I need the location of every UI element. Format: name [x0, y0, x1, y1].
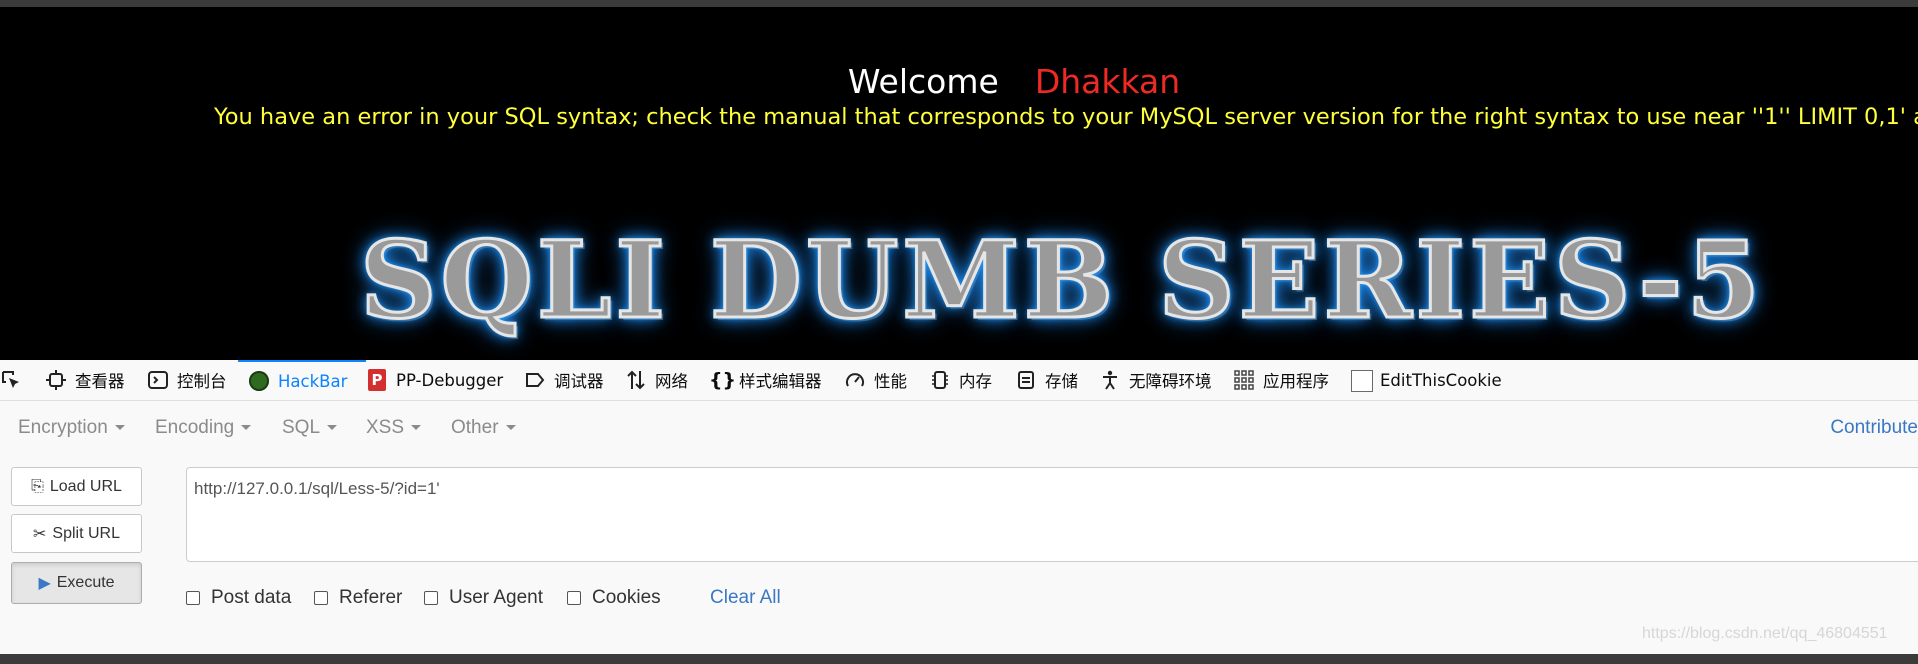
tab-label: 存储: [1045, 372, 1078, 391]
watermark: https://blog.csdn.net/qq_46804551: [1642, 625, 1888, 642]
performance-icon: [846, 373, 864, 387]
cookies-option[interactable]: Cookies: [567, 587, 661, 609]
split-url-button[interactable]: ✂ Split URL: [11, 514, 142, 553]
menu-encryption[interactable]: Encryption: [18, 417, 125, 439]
chevron-down-icon: [327, 425, 338, 431]
storage-icon: [1018, 371, 1034, 389]
tab-label: 样式编辑器: [739, 372, 822, 391]
welcome-text: Welcome: [847, 62, 999, 101]
menu-xss[interactable]: XSS: [366, 417, 422, 439]
cookies-checkbox[interactable]: [567, 591, 581, 605]
menu-other[interactable]: Other: [451, 417, 516, 439]
hackbar-menubar: Encryption Encoding SQL XSS Other: [0, 412, 1918, 444]
style-editor-icon: {}: [709, 369, 737, 391]
accessibility-icon: [1103, 370, 1117, 390]
inspector-icon: [46, 370, 66, 390]
network-icon: [627, 370, 645, 390]
application-icon: [1234, 370, 1254, 390]
tab-label: HackBar: [278, 371, 348, 391]
devtools-panel: 查看器 控制台 HackBar P PP-Debugger 调试器 网络 {} …: [0, 360, 1918, 654]
user-agent-checkbox[interactable]: [424, 591, 438, 605]
play-icon: ▶: [38, 575, 51, 592]
series-banner: SQLI DUMB SERIES-5: [358, 216, 1765, 344]
post-data-checkbox[interactable]: [186, 591, 200, 605]
tab-console[interactable]: 控制台: [147, 360, 227, 400]
web-page: Welcome Dhakkan You have an error in your…: [0, 7, 1918, 360]
memory-icon: [932, 371, 948, 389]
pp-debugger-icon: P: [366, 369, 388, 391]
tab-label: 性能: [874, 372, 907, 391]
tab-storage[interactable]: 存储: [1015, 360, 1078, 400]
tab-inspector[interactable]: 查看器: [45, 360, 125, 400]
user-name: Dhakkan: [1034, 62, 1181, 101]
tab-pp-debugger[interactable]: P PP-Debugger: [366, 360, 503, 400]
tab-label: 应用程序: [1263, 372, 1329, 391]
tab-label: PP-Debugger: [396, 370, 504, 390]
tab-label: 控制台: [177, 372, 227, 391]
bottom-edge: [0, 654, 1918, 664]
chevron-down-icon: [241, 425, 252, 431]
load-url-button[interactable]: ⎘ Load URL: [11, 467, 142, 506]
devtools-toolbar: 查看器 控制台 HackBar P PP-Debugger 调试器 网络 {} …: [0, 360, 1918, 401]
tab-label: 无障碍环境: [1129, 372, 1212, 391]
console-icon: [148, 371, 168, 389]
tab-label: EditThisCookie: [1380, 370, 1502, 390]
element-picker-icon[interactable]: [0, 369, 22, 391]
tab-application[interactable]: 应用程序: [1233, 360, 1329, 400]
tab-accessibility[interactable]: 无障碍环境: [1099, 360, 1212, 400]
welcome-line: Welcome Dhakkan: [0, 62, 1918, 101]
contribute-link[interactable]: Contribute: [1830, 417, 1918, 439]
tab-performance[interactable]: 性能: [844, 360, 907, 400]
hackbar-icon: [248, 370, 270, 392]
tab-editthiscookie[interactable]: EditThisCookie: [1350, 360, 1502, 400]
chevron-down-icon: [114, 425, 125, 431]
menu-sql[interactable]: SQL: [282, 417, 338, 439]
clear-all-link[interactable]: Clear All: [710, 587, 781, 609]
chevron-down-icon: [411, 425, 422, 431]
chevron-down-icon: [505, 425, 516, 431]
sql-error-message: You have an error in your SQL syntax; ch…: [214, 104, 1918, 130]
debugger-icon: [526, 373, 545, 387]
tab-label: 内存: [959, 372, 992, 391]
tab-style-editor[interactable]: {} 样式编辑器: [709, 360, 822, 400]
execute-button[interactable]: ▶ Execute: [11, 562, 142, 604]
load-icon: ⎘: [31, 477, 44, 495]
user-agent-option[interactable]: User Agent: [424, 587, 543, 609]
tab-label: 网络: [655, 372, 688, 391]
tab-debugger[interactable]: 调试器: [524, 360, 604, 400]
referer-checkbox[interactable]: [314, 591, 328, 605]
post-data-option[interactable]: Post data: [186, 587, 291, 609]
referer-option[interactable]: Referer: [314, 587, 402, 609]
tab-label: 查看器: [75, 372, 125, 391]
tab-hackbar[interactable]: HackBar: [238, 360, 366, 400]
scissors-icon: ✂: [33, 525, 47, 543]
menu-encoding[interactable]: Encoding: [155, 417, 252, 439]
editthiscookie-icon: [1350, 369, 1373, 392]
tab-memory[interactable]: 内存: [929, 360, 992, 400]
url-textarea[interactable]: http://127.0.0.1/sql/Less-5/?id=1': [186, 467, 1918, 562]
tab-label: 调试器: [554, 372, 604, 391]
tab-network[interactable]: 网络: [625, 360, 688, 400]
